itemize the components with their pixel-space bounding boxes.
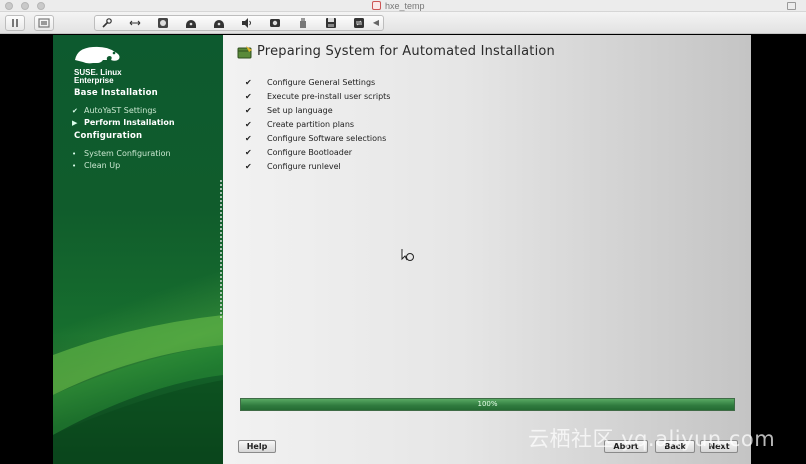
- current-step-arrow-icon: ▶: [72, 119, 78, 127]
- window-titlebar: hxe_temp: [0, 0, 806, 12]
- check-icon: ✔: [245, 147, 252, 157]
- check-icon: ✔: [72, 107, 78, 115]
- busy-cursor-icon: [401, 249, 414, 261]
- list-item: ✔ Configure Software selections: [245, 133, 387, 143]
- check-icon: ✔: [245, 119, 252, 129]
- cd-drive-icon[interactable]: [152, 15, 174, 31]
- check-icon: ✔: [245, 133, 252, 143]
- bullet-icon: •: [72, 162, 77, 170]
- zoom-window-button[interactable]: [37, 2, 45, 10]
- pause-icon: [12, 19, 18, 27]
- page-header: Preparing System for Automated Installat…: [237, 44, 555, 59]
- step-perform-installation: ▶ Perform Installation: [72, 118, 175, 127]
- watermark: 云栖社区 yq.aliyun.com: [528, 427, 776, 451]
- vm-toolbar: ◀: [0, 12, 806, 34]
- guest-screen: SUSE. Linux Enterprise Base Installation…: [53, 35, 751, 464]
- step-clean-up: • Clean Up: [72, 161, 121, 170]
- speaker-icon[interactable]: [236, 15, 258, 31]
- snapshot-icon: [38, 18, 50, 28]
- step-autoyast-settings: ✔ AutoYaST Settings: [72, 106, 157, 115]
- close-window-button[interactable]: [5, 2, 13, 10]
- page-title: Preparing System for Automated Installat…: [257, 44, 555, 59]
- check-icon: ✔: [245, 91, 252, 101]
- list-item: ✔ Configure General Settings: [245, 77, 376, 87]
- camera-icon[interactable]: [264, 15, 286, 31]
- list-item: ✔ Configure runlevel: [245, 161, 341, 171]
- check-icon: ✔: [245, 161, 252, 171]
- sidebar-divider: [220, 180, 222, 320]
- phase-configuration: Configuration: [74, 131, 143, 141]
- installer-sidebar: SUSE. Linux Enterprise Base Installation…: [53, 35, 223, 464]
- help-button[interactable]: Help: [238, 440, 276, 453]
- list-item: ✔ Execute pre-install user scripts: [245, 91, 391, 101]
- installation-progress-bar: 100%: [240, 398, 735, 411]
- list-item: ✔ Create partition plans: [245, 119, 355, 129]
- shared-folder-icon[interactable]: [348, 15, 370, 31]
- task-list: ✔ Configure General Settings ✔ Execute pre…: [245, 75, 390, 173]
- hard-disk-2-icon[interactable]: [208, 15, 230, 31]
- list-item: ✔ Set up language: [245, 105, 333, 115]
- suse-chameleon-logo: [75, 46, 120, 64]
- vm-icon: [372, 1, 381, 10]
- list-item: ✔ Configure Bootloader: [245, 147, 353, 157]
- floppy-icon[interactable]: [320, 15, 342, 31]
- phase-base-installation: Base Installation: [74, 88, 158, 98]
- network-icon[interactable]: [124, 15, 146, 31]
- snapshot-button[interactable]: [34, 15, 54, 31]
- brand-name: SUSE. Linux Enterprise: [74, 68, 122, 85]
- toolbar-more-icon[interactable]: ◀: [370, 15, 382, 31]
- window-title: hxe_temp: [385, 1, 425, 11]
- usb-icon[interactable]: [292, 15, 314, 31]
- minimize-window-button[interactable]: [21, 2, 29, 10]
- sidebar-decoration: [53, 315, 223, 464]
- bullet-icon: •: [72, 150, 77, 158]
- wrench-icon[interactable]: [96, 15, 118, 31]
- check-icon: ✔: [245, 77, 252, 87]
- check-icon: ✔: [245, 105, 252, 115]
- hard-disk-icon[interactable]: [180, 15, 202, 31]
- fullscreen-icon[interactable]: [787, 2, 796, 10]
- installer-main: Preparing System for Automated Installat…: [223, 35, 751, 464]
- progress-label: 100%: [477, 400, 498, 408]
- pause-button[interactable]: [5, 15, 25, 31]
- step-system-configuration: • System Configuration: [72, 149, 171, 158]
- package-icon: [237, 45, 252, 58]
